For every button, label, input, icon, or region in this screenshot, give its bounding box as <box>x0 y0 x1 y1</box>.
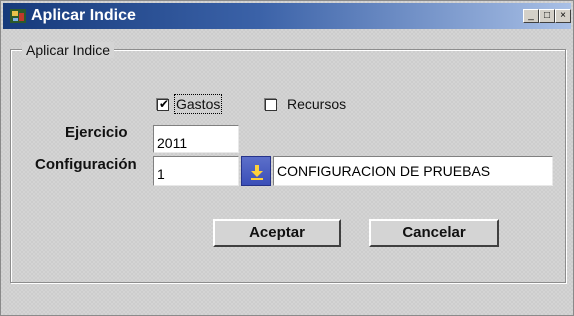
window-title: Aplicar Indice <box>31 7 136 24</box>
configuracion-input[interactable]: 1 <box>153 156 239 186</box>
recursos-label[interactable]: Recursos <box>287 96 346 112</box>
group-box-label: Aplicar Indice <box>22 42 115 58</box>
cancel-button[interactable]: Cancelar <box>369 219 499 247</box>
arrow-down-icon <box>251 165 263 180</box>
ejercicio-label: Ejercicio <box>65 124 128 141</box>
ejercicio-input[interactable]: 2011 <box>153 125 239 153</box>
configuracion-description-field: CONFIGURACION DE PRUEBAS <box>273 156 553 186</box>
minimize-button[interactable]: _ <box>523 9 539 23</box>
accept-button[interactable]: Aceptar <box>213 219 341 247</box>
app-icon <box>10 9 26 23</box>
lookup-button[interactable] <box>241 156 271 186</box>
dialog-window: Aplicar Indice _ □ × Aplicar Indice ✔ Ga… <box>0 0 574 316</box>
maximize-icon: □ <box>543 10 551 21</box>
checkmark-icon: ✔ <box>159 97 170 111</box>
recursos-checkbox[interactable] <box>265 99 277 111</box>
maximize-button[interactable]: □ <box>539 9 555 23</box>
close-button[interactable]: × <box>555 9 571 23</box>
gastos-label[interactable]: Gastos <box>173 94 223 114</box>
title-bar[interactable]: Aplicar Indice _ □ × <box>3 3 571 29</box>
configuracion-label: Configuración <box>35 156 137 173</box>
close-icon: × <box>560 10 566 21</box>
gastos-checkbox[interactable]: ✔ <box>157 97 170 111</box>
minimize-icon: _ <box>528 10 534 21</box>
